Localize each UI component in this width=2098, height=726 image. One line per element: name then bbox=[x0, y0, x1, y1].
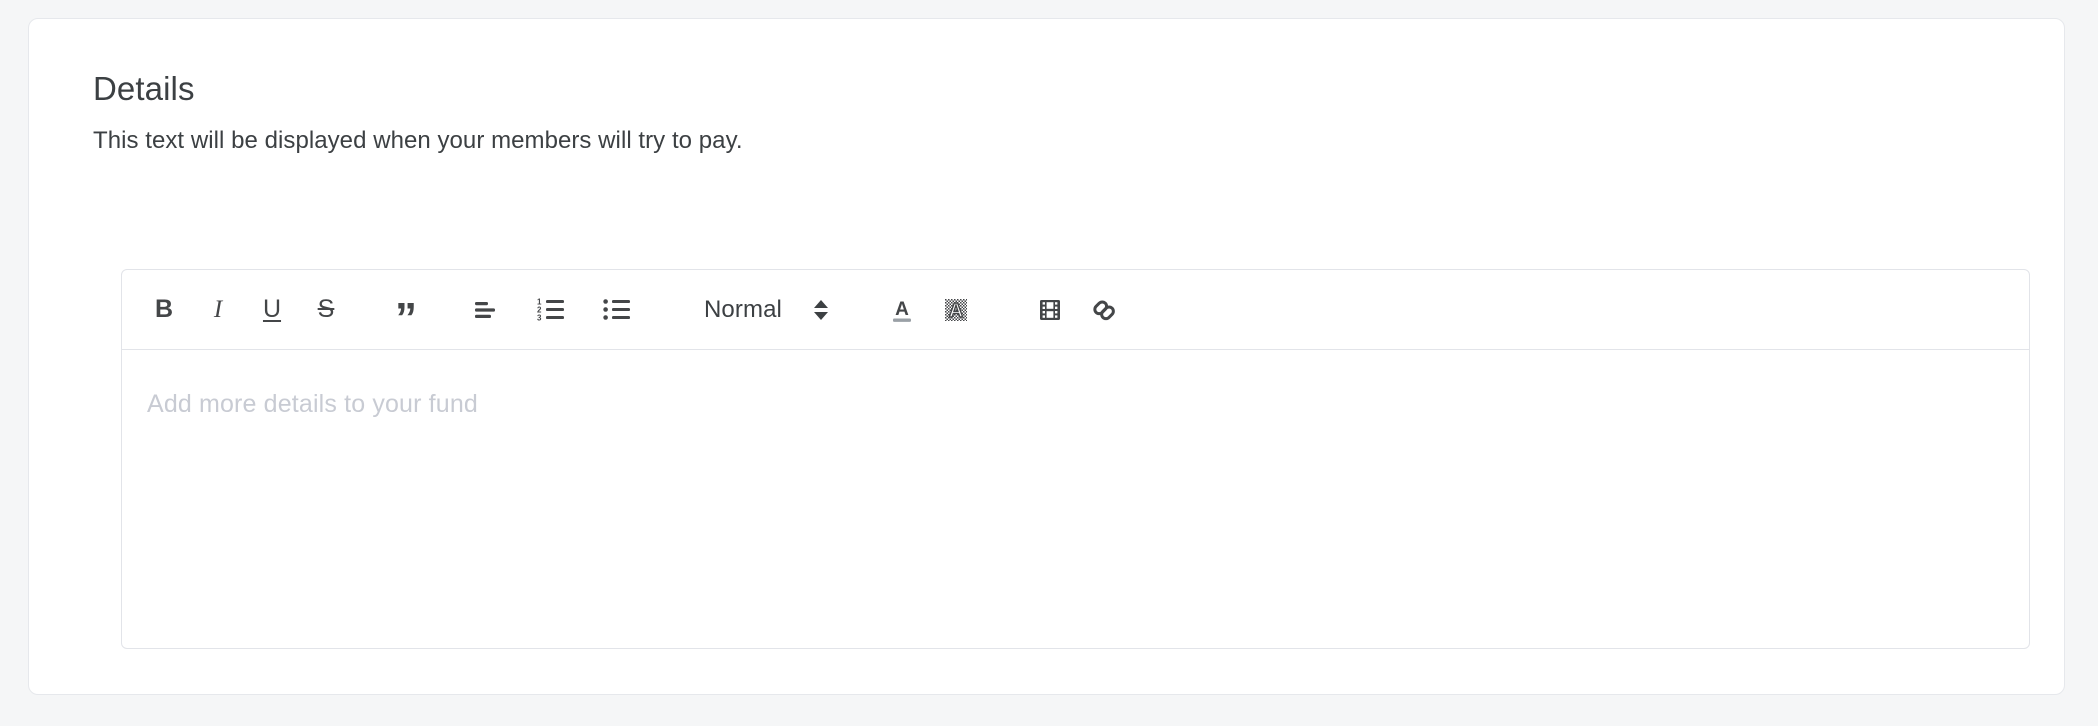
underline-icon: U bbox=[263, 295, 281, 324]
blockquote-button[interactable]: ” bbox=[386, 284, 426, 336]
link-icon bbox=[1090, 296, 1118, 324]
underline-button[interactable]: U bbox=[252, 284, 292, 336]
align-icon bbox=[472, 298, 500, 322]
details-card: Details This text will be displayed when… bbox=[28, 18, 2065, 695]
video-icon bbox=[1037, 297, 1063, 323]
page-root: Details This text will be displayed when… bbox=[0, 0, 2098, 726]
section-description: This text will be displayed when your me… bbox=[93, 126, 743, 156]
bullet-list-icon bbox=[603, 297, 633, 323]
rich-text-editor: B I U S ” bbox=[121, 269, 2030, 649]
svg-text:A: A bbox=[949, 300, 963, 322]
video-button[interactable] bbox=[1030, 284, 1070, 336]
strikethrough-button[interactable]: S bbox=[306, 284, 346, 336]
page-title: Details bbox=[93, 69, 2000, 109]
link-button[interactable] bbox=[1084, 284, 1124, 336]
svg-text:A: A bbox=[895, 299, 909, 320]
text-color-icon: A bbox=[888, 296, 916, 324]
format-select[interactable]: Normal bbox=[704, 284, 828, 336]
bullet-list-button[interactable] bbox=[598, 284, 638, 336]
editor-placeholder: Add more details to your fund bbox=[147, 390, 478, 419]
editor-toolbar: B I U S ” bbox=[122, 270, 2029, 350]
bold-icon: B bbox=[155, 295, 173, 324]
chevron-updown-icon bbox=[814, 300, 828, 320]
italic-icon: I bbox=[214, 296, 222, 324]
background-color-button[interactable]: A bbox=[936, 284, 976, 336]
italic-button[interactable]: I bbox=[198, 284, 238, 336]
editor-content-area[interactable]: Add more details to your fund bbox=[122, 350, 2029, 647]
ordered-list-button[interactable]: 1 2 3 bbox=[532, 284, 572, 336]
format-select-value: Normal bbox=[704, 296, 782, 324]
card-content: Details This text will be displayed when… bbox=[93, 69, 2000, 109]
ordered-list-icon: 1 2 3 bbox=[537, 297, 567, 323]
background-color-icon: A bbox=[942, 296, 970, 324]
strikethrough-icon: S bbox=[318, 295, 335, 324]
text-color-button[interactable]: A bbox=[882, 284, 922, 336]
align-button[interactable] bbox=[466, 284, 506, 336]
bold-button[interactable]: B bbox=[144, 284, 184, 336]
svg-text:3: 3 bbox=[537, 313, 542, 322]
